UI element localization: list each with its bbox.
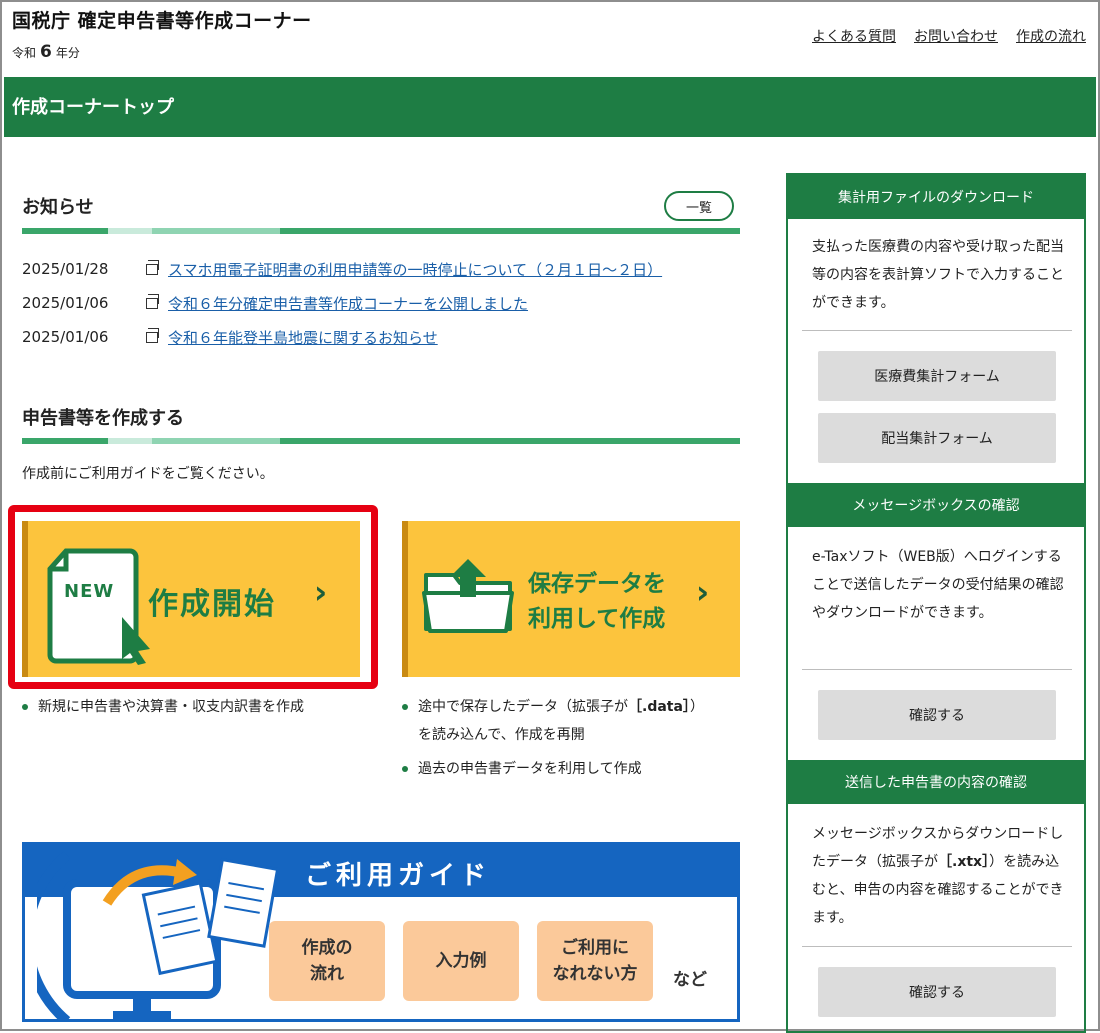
sidebar-text-sent-return: メッセージボックスからダウンロードしたデータ（拡張子が［.xtx］）を読み込むと… [812,826,1064,926]
external-window-icon [146,293,159,309]
news-heading: お知らせ [22,197,94,218]
sidebar: 集計用ファイルのダウンロード 支払った医療費の内容や受け取った配当等の内容を表計… [786,173,1086,1033]
header-links: よくある質問 お問い合わせ 作成の流れ [812,26,1086,46]
news-link[interactable]: 令和６年能登半島地震に関するお知らせ [168,327,438,348]
usage-guide-banner[interactable]: ご利用ガイド 作成の 流れ 入力例 ご利用に なれない方 など [22,842,740,1022]
divider [802,946,1072,947]
use-saved-data-label: 保存データを 利用して作成 [528,571,666,632]
external-window-icon [146,259,159,275]
divider [802,669,1072,670]
use-saved-data-button[interactable]: 保存データを 利用して作成 › [402,521,740,677]
guide-note: 作成前にご利用ガイドをご覧ください。 [22,466,274,482]
sidebar-heading-download: 集計用ファイルのダウンロード [788,175,1084,219]
guide-title: ご利用ガイド [305,861,492,891]
external-window-icon [146,327,159,343]
divider [802,330,1072,331]
tax-year-suffix: 年分 [55,46,80,60]
news-list-button[interactable]: 一覧 [664,191,734,221]
sent-return-confirm-button[interactable]: 確認する [818,967,1056,1017]
tax-year: 令和 6 年分 [12,42,80,62]
card-stripe [22,521,28,677]
news-date: 2025/01/28 [22,260,109,278]
tax-year-prefix: 令和 [12,46,37,60]
workflow-link[interactable]: 作成の流れ [1016,26,1086,46]
page-title-bar: 作成コーナートップ [4,77,1096,137]
new-badge-text: NEW [64,581,115,602]
start-create-label: 作成開始 [148,587,276,622]
guide-cannot-use-button: ご利用に なれない方 [537,921,653,1001]
news-list: 2025/01/28 スマホ用電子証明書の利用申請等の一時停止について（２月１日… [22,252,662,354]
faq-link[interactable]: よくある質問 [812,26,896,46]
list-item: 新規に申告書や決算書・収支内訳書を作成 [22,693,304,721]
news-link[interactable]: スマホ用電子証明書の利用申請等の一時停止について（２月１日～２日） [168,259,662,280]
guide-etc: など [673,970,707,990]
sidebar-heading-messagebox: メッセージボックスの確認 [788,483,1084,527]
page-title: 作成コーナートップ [12,97,174,118]
news-date: 2025/01/06 [22,328,109,346]
chevron-right-icon: › [314,573,328,611]
chevron-right-icon: › [696,573,710,611]
news-item: 2025/01/06 令和６年分確定申告書等作成コーナーを公開しました [22,286,662,320]
guide-workflow-button: 作成の 流れ [269,921,385,1001]
computer-documents-icon [37,851,280,1019]
folder-upload-icon [422,559,514,633]
tax-year-number: 6 [40,42,52,62]
news-heading-underline [22,228,740,234]
site-title: 国税庁 確定申告書等作成コーナー [12,10,312,32]
sidebar-text-messagebox: e-Taxソフト（WEB版）へログインすることで送信したデータの受付結果の確認や… [812,549,1064,621]
contact-link[interactable]: お問い合わせ [914,26,998,46]
messagebox-confirm-button[interactable]: 確認する [818,690,1056,740]
card-stripe [402,521,408,677]
saved-data-notes: 途中で保存したデータ（拡張子が［.data］） を読み込んで、作成を再開 過去の申… [402,693,704,783]
start-create-button[interactable]: NEW 作成開始 › [22,521,360,677]
news-item: 2025/01/06 令和６年能登半島地震に関するお知らせ [22,320,662,354]
guide-input-example-button: 入力例 [403,921,519,1001]
sidebar-heading-sent-return: 送信した申告書の内容の確認 [788,760,1084,804]
medical-expense-form-button[interactable]: 医療費集計フォーム [818,351,1056,401]
news-date: 2025/01/06 [22,294,109,312]
create-heading: 申告書等を作成する [22,408,184,429]
news-link[interactable]: 令和６年分確定申告書等作成コーナーを公開しました [168,293,528,314]
news-item: 2025/01/28 スマホ用電子証明書の利用申請等の一時停止について（２月１日… [22,252,662,286]
sidebar-text-download: 支払った医療費の内容や受け取った配当等の内容を表計算ソフトで入力することができま… [812,239,1064,311]
create-heading-underline [22,438,740,444]
list-item: 過去の申告書データを利用して作成 [402,755,704,783]
start-create-notes: 新規に申告書や決算書・収支内訳書を作成 [22,693,304,721]
dividend-form-button[interactable]: 配当集計フォーム [818,413,1056,463]
list-item: 途中で保存したデータ（拡張子が［.data］） を読み込んで、作成を再開 [402,693,704,749]
new-document-icon [47,548,150,665]
